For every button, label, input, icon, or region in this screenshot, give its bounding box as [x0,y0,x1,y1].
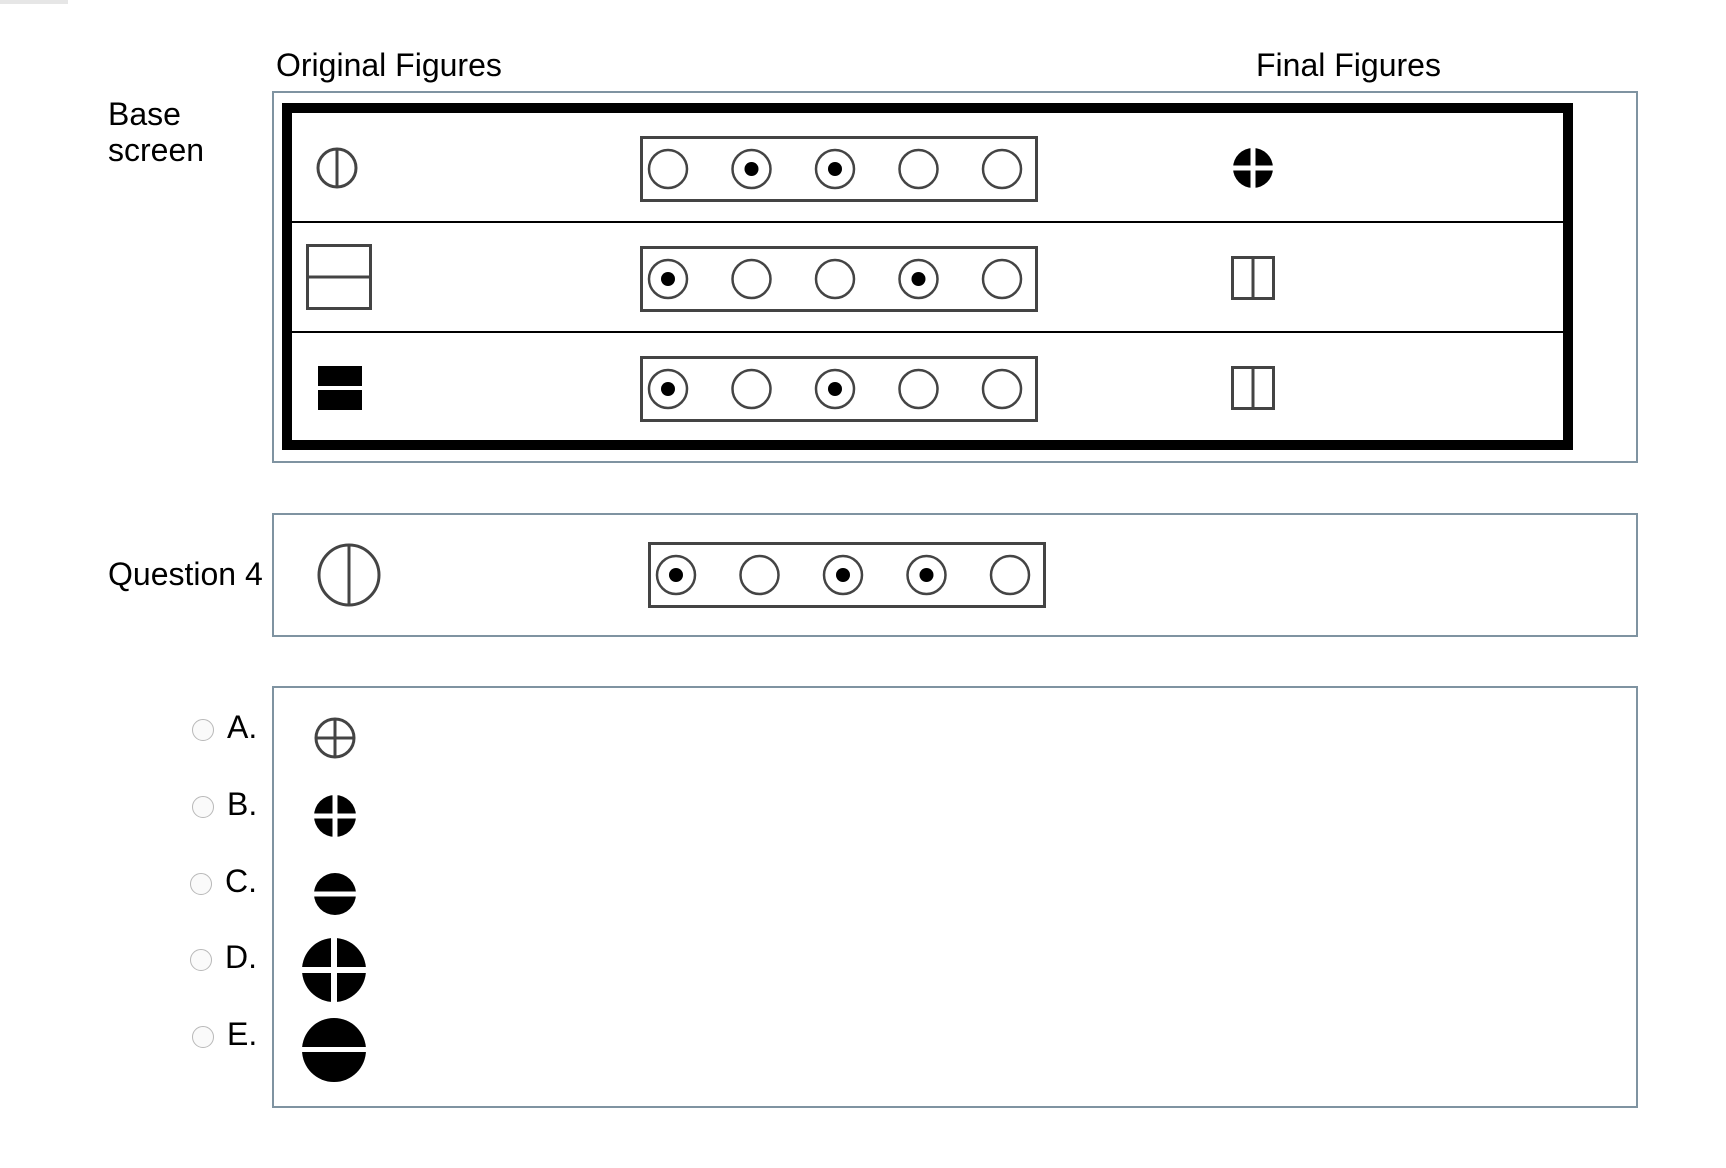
option-b-radio[interactable] [192,796,214,818]
base-label-line1: Base [108,96,181,132]
indicator-dot-empty [898,148,939,190]
indicator-box [648,542,1046,608]
circle-with-vertical-line-icon [317,543,381,607]
base-screen-table [282,103,1573,450]
square-with-vertical-line-icon [1231,256,1275,300]
indicator-dot-empty [647,148,689,190]
base-label-line2: screen [108,132,205,168]
filled-circle-with-white-cross-icon [1231,146,1275,190]
indicator-dot-empty [731,368,772,410]
indicator-dot-center [828,162,842,176]
indicator-dot-center [919,568,934,582]
indicator-box [640,246,1038,312]
base-row-1 [292,113,1563,223]
filled-rectangle-split-horizontally-icon [318,366,362,410]
option-e-radio[interactable] [192,1026,214,1048]
circle-with-cross-icon [314,717,356,759]
indicator-dot-empty [814,258,856,300]
top-edge-line [0,0,68,4]
indicator-dot-empty [981,258,1023,300]
filled-circle-with-white-horizontal-line-icon [301,1018,367,1082]
base-screen-label: Base screen [108,96,204,168]
option-d-label[interactable]: D. [225,939,257,975]
indicator-dot-center [828,382,842,396]
indicator-dot-empty [981,368,1023,410]
answer-options-panel [272,686,1638,1108]
option-c-label[interactable]: C. [225,863,257,899]
rectangle-with-horizontal-line-icon [306,244,372,310]
filled-circle-with-white-horizontal-line-icon [313,873,357,915]
option-b-label[interactable]: B. [227,786,257,822]
filled-circle-with-white-cross-icon [313,794,357,838]
option-d-radio[interactable] [190,949,212,971]
final-figures-header: Final Figures [1256,47,1441,83]
indicator-box [640,136,1038,202]
indicator-dot-center [911,272,926,286]
circle-with-vertical-line-icon [316,147,358,189]
indicator-dot-empty [739,554,780,596]
indicator-dot-center [836,568,850,582]
square-with-vertical-line-icon [1231,366,1275,410]
indicator-box [640,356,1038,422]
filled-circle-with-white-cross-icon [301,937,367,1003]
indicator-dot-empty [731,258,772,300]
original-figures-header: Original Figures [276,47,502,83]
question-panel [272,513,1638,637]
option-a-radio[interactable] [192,719,214,741]
indicator-dot-center [661,272,675,286]
indicator-dot-empty [989,554,1031,596]
base-row-3 [292,333,1563,440]
option-a-label[interactable]: A. [227,709,257,745]
indicator-dot-center [744,162,759,176]
indicator-dot-empty [981,148,1023,190]
indicator-dot-center [669,568,683,582]
question-label: Question 4 [108,556,263,592]
option-c-radio[interactable] [190,873,212,895]
indicator-dot-empty [898,368,939,410]
option-e-label[interactable]: E. [227,1016,257,1052]
base-row-2 [292,223,1563,333]
indicator-dot-center [661,382,675,396]
